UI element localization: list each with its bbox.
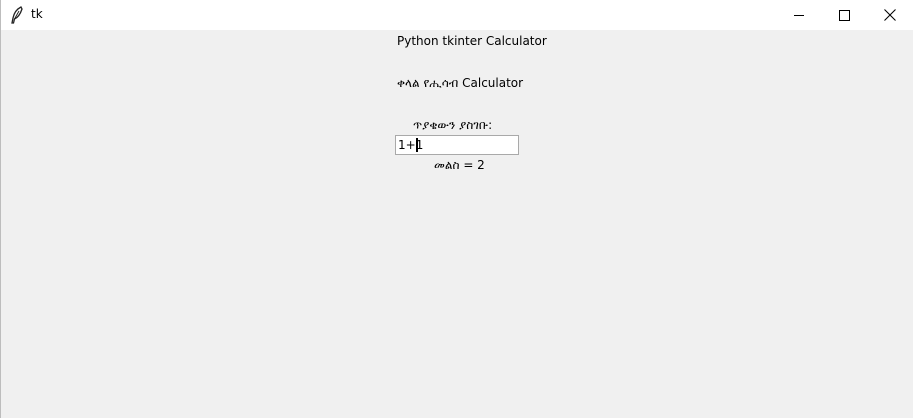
maximize-button[interactable] <box>821 0 867 30</box>
minimize-button[interactable] <box>776 0 822 30</box>
client-area: Python tkinter Calculator ቀላል የሒሳብ Calcu… <box>1 30 913 418</box>
minimize-icon <box>793 10 805 21</box>
close-button[interactable] <box>867 0 913 30</box>
title-bar[interactable]: tk <box>1 0 913 30</box>
expression-input[interactable] <box>395 135 519 155</box>
maximize-icon <box>838 9 850 21</box>
window-title: tk <box>31 7 43 21</box>
close-icon <box>884 9 896 21</box>
calculator-title-label: Python tkinter Calculator <box>397 34 547 48</box>
result-label: መልስ = 2 <box>434 158 485 172</box>
question-prompt-label: ጥያቄውን ያስገቡ: <box>413 118 493 132</box>
feather-icon <box>10 6 24 24</box>
calculator-subtitle-label: ቀላል የሒሳብ Calculator <box>397 76 524 90</box>
app-window: tk Python tkinter Calculator ቀላል የሒሳብ Ca… <box>0 0 913 418</box>
text-cursor <box>416 138 418 152</box>
